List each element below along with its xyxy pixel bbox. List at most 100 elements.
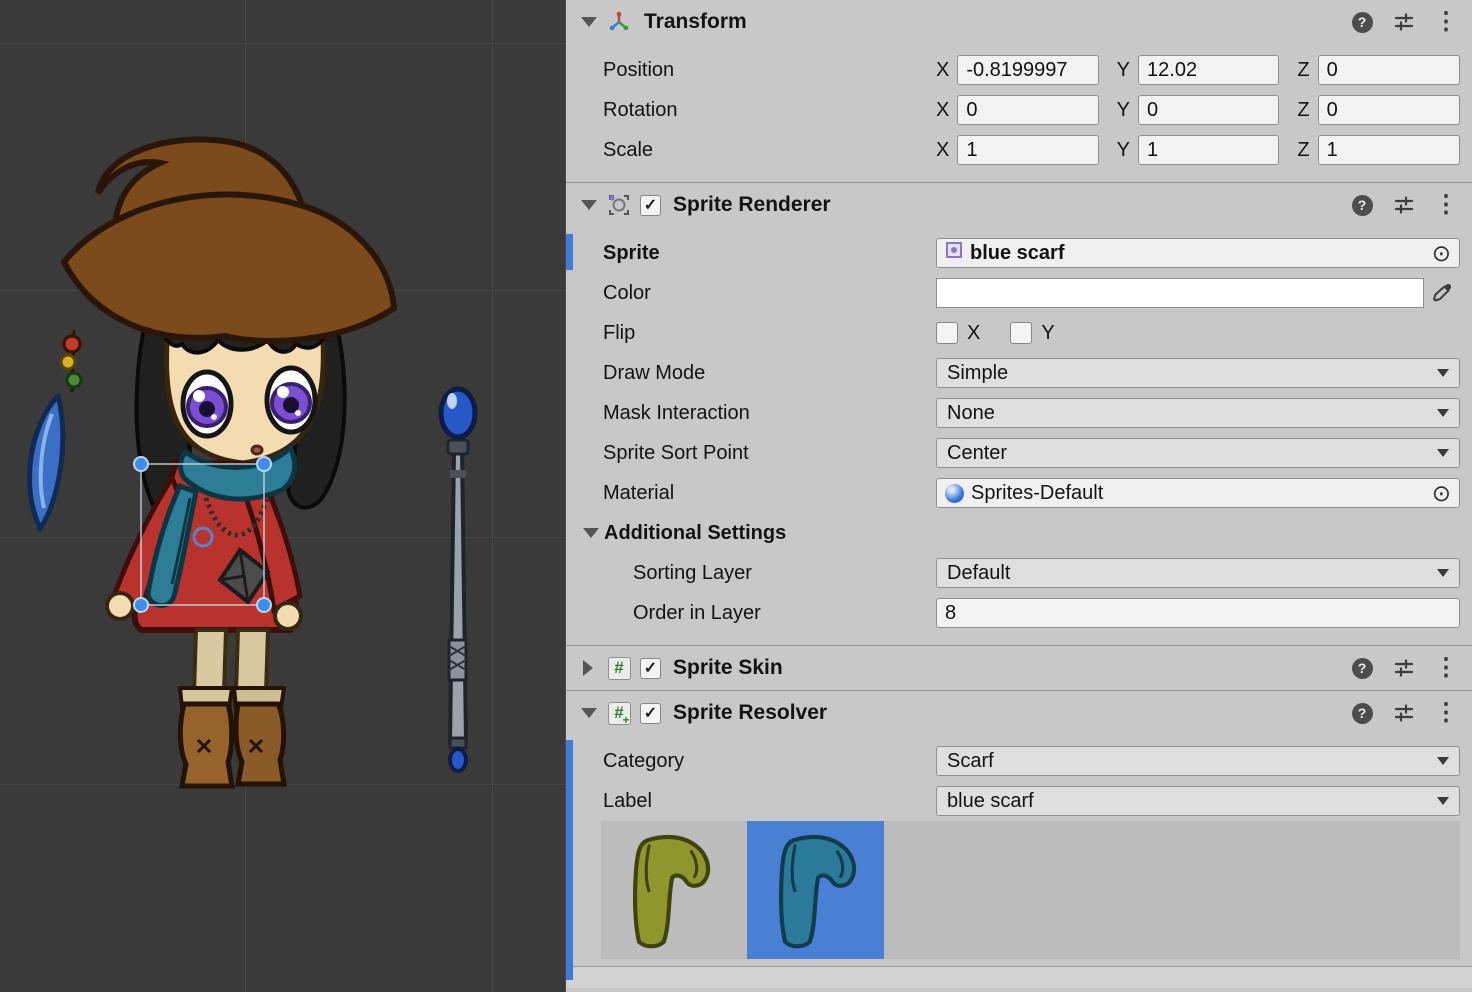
category-row: Category Scarf xyxy=(566,741,1472,781)
sprite-skin-header[interactable]: # ✓ Sprite Skin ? ⋮ xyxy=(566,646,1472,690)
kebab-menu-icon[interactable]: ⋮ xyxy=(1434,656,1458,680)
foldout-collapsed-icon[interactable] xyxy=(583,660,593,676)
transform-title: Transform xyxy=(644,10,747,34)
sorting-layer-label: Sorting Layer xyxy=(603,562,936,585)
rotation-row: Rotation X Y Z xyxy=(566,90,1472,130)
sprite-skin-icon: # xyxy=(606,655,632,681)
kebab-menu-icon[interactable]: ⋮ xyxy=(1434,10,1458,34)
help-icon[interactable]: ? xyxy=(1350,658,1374,679)
selection-handle[interactable] xyxy=(257,598,271,612)
component-enabled-checkbox[interactable]: ✓ xyxy=(640,658,661,679)
material-label: Material xyxy=(603,482,936,505)
order-in-layer-row: Order in Layer xyxy=(566,593,1472,633)
scale-row: Scale X Y Z xyxy=(566,130,1472,170)
object-picker-icon[interactable]: ⊙ xyxy=(1432,242,1451,265)
kebab-menu-icon[interactable]: ⋮ xyxy=(1434,193,1458,217)
position-x-input[interactable] xyxy=(957,55,1098,85)
sprite-resolver-title: Sprite Resolver xyxy=(673,701,827,725)
mask-interaction-dropdown[interactable]: None xyxy=(936,398,1460,428)
transform-header[interactable]: Transform ? ⋮ xyxy=(566,0,1472,44)
help-icon[interactable]: ? xyxy=(1350,703,1374,724)
foldout-open-icon[interactable] xyxy=(583,528,599,538)
sprite-object-field[interactable]: blue scarf ⊙ xyxy=(936,238,1460,268)
chevron-down-icon xyxy=(1437,797,1449,805)
presets-icon[interactable] xyxy=(1392,11,1416,33)
category-value: Scarf xyxy=(947,750,1429,773)
flip-x-checkbox[interactable] xyxy=(936,322,958,344)
presets-icon[interactable] xyxy=(1392,702,1416,724)
material-value: Sprites-Default xyxy=(971,482,1425,505)
green-scarf-thumbnail[interactable] xyxy=(601,821,738,959)
axis-z-label: Z xyxy=(1297,99,1309,122)
flip-y-checkbox[interactable] xyxy=(1010,322,1032,344)
sorting-layer-dropdown[interactable]: Default xyxy=(936,558,1460,588)
sprite-skin-component: # ✓ Sprite Skin ? ⋮ xyxy=(566,645,1472,690)
color-swatch[interactable] xyxy=(936,278,1424,308)
sprite-resolver-header[interactable]: #+ ✓ Sprite Resolver ? ⋮ xyxy=(566,691,1472,735)
material-object-field[interactable]: Sprites-Default ⊙ xyxy=(936,478,1460,508)
chevron-down-icon xyxy=(1437,569,1449,577)
selection-handle[interactable] xyxy=(134,598,148,612)
chevron-down-icon xyxy=(1437,409,1449,417)
additional-settings-row[interactable]: Additional Settings xyxy=(566,513,1472,553)
sprite-renderer-header[interactable]: ✓ Sprite Renderer ? ⋮ xyxy=(566,183,1472,227)
label-label: Label xyxy=(603,790,936,813)
additional-settings-label: Additional Settings xyxy=(604,522,786,545)
selection-handle[interactable] xyxy=(257,457,271,471)
axis-z-label: Z xyxy=(1297,139,1309,162)
transform-icon xyxy=(606,9,632,35)
sprite-renderer-icon xyxy=(606,192,632,218)
scene-view[interactable] xyxy=(0,0,565,992)
presets-icon[interactable] xyxy=(1392,657,1416,679)
rotation-x-input[interactable] xyxy=(957,95,1098,125)
override-accent-bar xyxy=(566,234,573,270)
sprite-renderer-component: ✓ Sprite Renderer ? ⋮ Sprite xyxy=(566,182,1472,645)
position-z-input[interactable] xyxy=(1318,55,1460,85)
material-row: Material Sprites-Default ⊙ xyxy=(566,473,1472,513)
foldout-open-icon[interactable] xyxy=(581,17,597,27)
draw-mode-value: Simple xyxy=(947,362,1429,385)
chevron-down-icon xyxy=(1437,449,1449,457)
eyedropper-icon[interactable] xyxy=(1424,278,1460,308)
presets-icon[interactable] xyxy=(1392,194,1416,216)
draw-mode-dropdown[interactable]: Simple xyxy=(936,358,1460,388)
axis-z-label: Z xyxy=(1297,59,1309,82)
order-in-layer-label: Order in Layer xyxy=(603,602,936,625)
scale-x-input[interactable] xyxy=(957,135,1098,165)
character-sprite[interactable] xyxy=(30,139,394,786)
category-dropdown[interactable]: Scarf xyxy=(936,746,1460,776)
blue-scarf-thumbnail[interactable] xyxy=(747,821,884,959)
help-icon[interactable]: ? xyxy=(1350,195,1374,216)
sprite-skin-title: Sprite Skin xyxy=(673,656,783,680)
chevron-down-icon xyxy=(1437,757,1449,765)
help-icon[interactable]: ? xyxy=(1350,12,1374,33)
rotation-y-input[interactable] xyxy=(1138,95,1279,125)
scale-z-input[interactable] xyxy=(1318,135,1460,165)
order-in-layer-input[interactable] xyxy=(936,598,1460,628)
scale-y-input[interactable] xyxy=(1138,135,1279,165)
flip-row: Flip X Y xyxy=(566,313,1472,353)
draw-mode-label: Draw Mode xyxy=(603,362,936,385)
sprite-sort-point-dropdown[interactable]: Center xyxy=(936,438,1460,468)
foldout-open-icon[interactable] xyxy=(581,708,597,718)
axis-y-label: Y xyxy=(1117,139,1130,162)
position-y-input[interactable] xyxy=(1138,55,1279,85)
staff-sprite[interactable] xyxy=(441,389,475,771)
rotation-z-input[interactable] xyxy=(1318,95,1460,125)
kebab-menu-icon[interactable]: ⋮ xyxy=(1434,701,1458,725)
component-enabled-checkbox[interactable]: ✓ xyxy=(640,703,661,724)
rotation-label: Rotation xyxy=(603,99,936,122)
hat-beads-feather xyxy=(30,330,81,528)
sprite-resolver-icon: #+ xyxy=(606,700,632,726)
object-picker-icon[interactable]: ⊙ xyxy=(1432,482,1451,505)
flip-label: Flip xyxy=(603,322,936,345)
foldout-open-icon[interactable] xyxy=(581,200,597,210)
sprite-mini-icon xyxy=(945,241,963,265)
sorting-layer-value: Default xyxy=(947,562,1429,585)
selection-handle[interactable] xyxy=(134,457,148,471)
component-enabled-checkbox[interactable]: ✓ xyxy=(640,195,661,216)
scene-content xyxy=(0,0,565,992)
label-value: blue scarf xyxy=(947,790,1429,813)
label-dropdown[interactable]: blue scarf xyxy=(936,786,1460,816)
axis-x-label: X xyxy=(936,99,949,122)
